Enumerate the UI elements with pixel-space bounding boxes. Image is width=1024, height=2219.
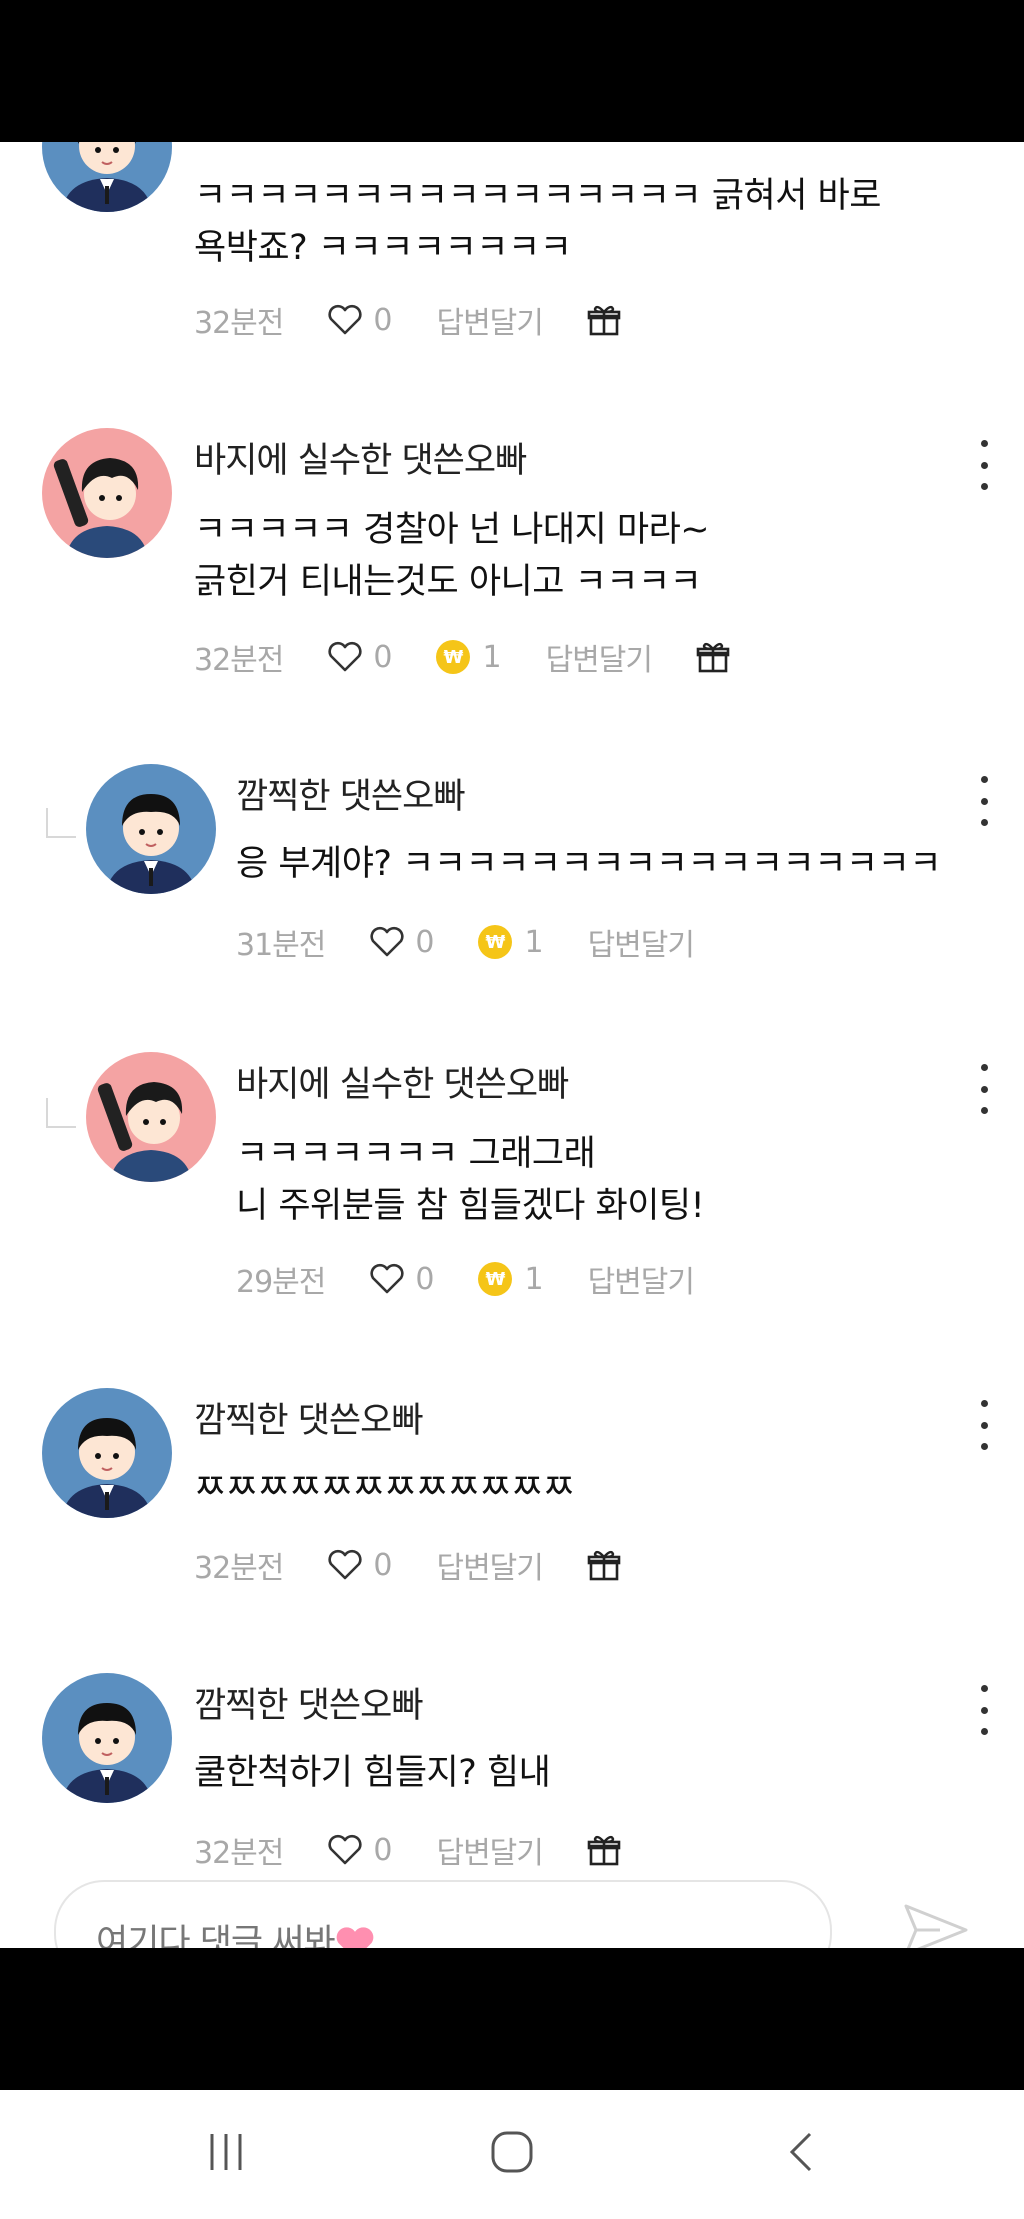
comment-text: ㅋㅋㅋㅋㅋㅋㅋㅋㅋㅋㅋㅋㅋㅋㅋㅋ 긁혀서 바로 욕박죠? ㅋㅋㅋㅋㅋㅋㅋㅋ [194, 170, 881, 274]
comment-line: ㅋㅋㅋㅋㅋㅋㅋㅋㅋㅋㅋㅋㅋㅋㅋㅋ 긁혀서 바로 [194, 176, 881, 216]
back-icon[interactable] [780, 2130, 824, 2174]
comment-text: ㅋㅋㅋㅋㅋㅋㅋ 그래그래 니 주위분들 참 힘들겠다 화이팅! [236, 1128, 705, 1232]
comment-text: 쿨한척하기 힘들지? 힘내 [194, 1747, 551, 1799]
comment-line: 긁힌거 티내는것도 아니고 ㅋㅋㅋㅋ [194, 562, 702, 602]
heart-outline-icon [370, 1263, 404, 1294]
like-count: 0 [373, 302, 393, 338]
comment-meta: 32분전 0 답변달기 [194, 1828, 621, 1872]
comment-meta: 31분전 0 ₩ 1 답변달기 [236, 920, 738, 964]
like-count: 0 [415, 1261, 435, 1297]
gift-icon[interactable] [587, 303, 621, 337]
comment-line: 응 부계야? ㅋㅋㅋㅋㅋㅋㅋㅋㅋㅋㅋㅋㅋㅋㅋㅋㅋ [236, 844, 942, 884]
comment-meta: 32분전 0 ₩ 1 답변달기 [194, 635, 730, 679]
coin-tip[interactable]: ₩ 1 [478, 1261, 544, 1297]
comment-author[interactable]: 바지에 실수한 댓쓴오빠 [194, 432, 527, 483]
like-count: 0 [373, 1547, 393, 1583]
gift-icon[interactable] [587, 1833, 621, 1867]
timestamp: 32분전 [194, 1551, 284, 1586]
like-button[interactable]: 0 [327, 640, 392, 675]
reply-button[interactable]: 답변달기 [588, 1257, 695, 1301]
like-count: 0 [415, 924, 435, 960]
recent-apps-icon[interactable] [204, 2130, 248, 2174]
avatar[interactable] [42, 1388, 172, 1518]
like-button[interactable]: 0 [369, 1262, 434, 1297]
like-count: 0 [373, 1832, 393, 1868]
comment-text: ㅉㅉㅉㅉㅉㅉㅉㅉㅉㅉㅉㅉ [194, 1462, 575, 1514]
screen-cover [0, 1948, 1024, 2090]
coin-tip[interactable]: ₩ 1 [478, 924, 544, 960]
comment-line: ㅉㅉㅉㅉㅉㅉㅉㅉㅉㅉㅉㅉ [194, 1468, 575, 1508]
reply-indicator [46, 808, 76, 838]
like-button[interactable]: 0 [327, 1833, 392, 1868]
comment-author[interactable]: 깜찍한 댓쓴오빠 [236, 768, 466, 819]
like-button[interactable]: 0 [327, 1548, 392, 1583]
comment-author[interactable]: 바지에 실수한 댓쓴오빠 [236, 1056, 569, 1107]
comment-meta: 32분전 0 답변달기 [194, 298, 621, 342]
coin-count: 1 [524, 1261, 544, 1297]
gift-icon[interactable] [696, 640, 730, 674]
reply-button[interactable]: 답변달기 [588, 920, 695, 964]
home-icon[interactable] [490, 2130, 534, 2174]
timestamp: 32분전 [194, 306, 284, 341]
comment-author[interactable]: 깜찍한 댓쓴오빠 [194, 1392, 424, 1443]
coin-count: 1 [524, 924, 544, 960]
comment-line: 니 주위분들 참 힘들겠다 화이팅! [236, 1186, 705, 1226]
heart-outline-icon [328, 1549, 362, 1580]
reply-button[interactable]: 답변달기 [546, 635, 653, 679]
comment-line: 욕박죠? ㅋㅋㅋㅋㅋㅋㅋㅋ [194, 228, 572, 268]
reply-button[interactable]: 답변달기 [436, 298, 543, 342]
timestamp: 31분전 [236, 928, 326, 963]
timestamp: 32분전 [194, 643, 284, 678]
comment-line: ㅋㅋㅋㅋㅋㅋㅋ 그래그래 [236, 1134, 596, 1174]
won-coin-icon: ₩ [478, 925, 513, 959]
won-coin-icon: ₩ [478, 1262, 513, 1296]
avatar[interactable] [86, 764, 216, 894]
avatar[interactable] [42, 1673, 172, 1803]
comment-text: ㅋㅋㅋㅋㅋ 경찰아 넌 나대지 마라~ 긁힌거 티내는것도 아니고 ㅋㅋㅋㅋ [194, 504, 710, 608]
won-coin-icon: ₩ [436, 640, 471, 674]
timestamp: 29분전 [236, 1265, 326, 1300]
heart-outline-icon [328, 304, 362, 335]
gift-icon[interactable] [587, 1548, 621, 1582]
heart-outline-icon [370, 926, 404, 957]
more-vertical-icon[interactable] [974, 776, 994, 826]
comment-text: 응 부계야? ㅋㅋㅋㅋㅋㅋㅋㅋㅋㅋㅋㅋㅋㅋㅋㅋㅋ [236, 838, 942, 890]
reply-button[interactable]: 답변달기 [436, 1828, 543, 1872]
more-vertical-icon[interactable] [974, 440, 994, 490]
system-navigation-bar [0, 2090, 1024, 2219]
comment-line: ㅋㅋㅋㅋㅋ 경찰아 넌 나대지 마라~ [194, 510, 710, 550]
coin-count: 1 [482, 639, 502, 675]
avatar[interactable] [42, 142, 172, 212]
more-vertical-icon[interactable] [974, 1064, 994, 1114]
heart-outline-icon [328, 1834, 362, 1865]
avatar[interactable] [86, 1052, 216, 1182]
comment-line: 쿨한척하기 힘들지? 힘내 [194, 1753, 551, 1793]
comment-meta: 29분전 0 ₩ 1 답변달기 [236, 1257, 738, 1301]
coin-tip[interactable]: ₩ 1 [436, 639, 502, 675]
comment-meta: 32분전 0 답변달기 [194, 1543, 621, 1587]
reply-button[interactable]: 답변달기 [436, 1543, 543, 1587]
like-count: 0 [373, 639, 393, 675]
more-vertical-icon[interactable] [974, 1685, 994, 1735]
avatar[interactable] [42, 428, 172, 558]
more-vertical-icon[interactable] [974, 1400, 994, 1450]
timestamp: 32분전 [194, 1836, 284, 1871]
comment-list[interactable]: ㅋㅋㅋㅋㅋㅋㅋㅋㅋㅋㅋㅋㅋㅋㅋㅋ 긁혀서 바로 욕박죠? ㅋㅋㅋㅋㅋㅋㅋㅋ 32… [0, 142, 1024, 1948]
like-button[interactable]: 0 [369, 925, 434, 960]
status-bar-area [0, 0, 1024, 142]
comment-author[interactable]: 깜찍한 댓쓴오빠 [194, 1677, 424, 1728]
like-button[interactable]: 0 [327, 303, 392, 338]
heart-outline-icon [328, 641, 362, 672]
reply-indicator [46, 1098, 76, 1128]
